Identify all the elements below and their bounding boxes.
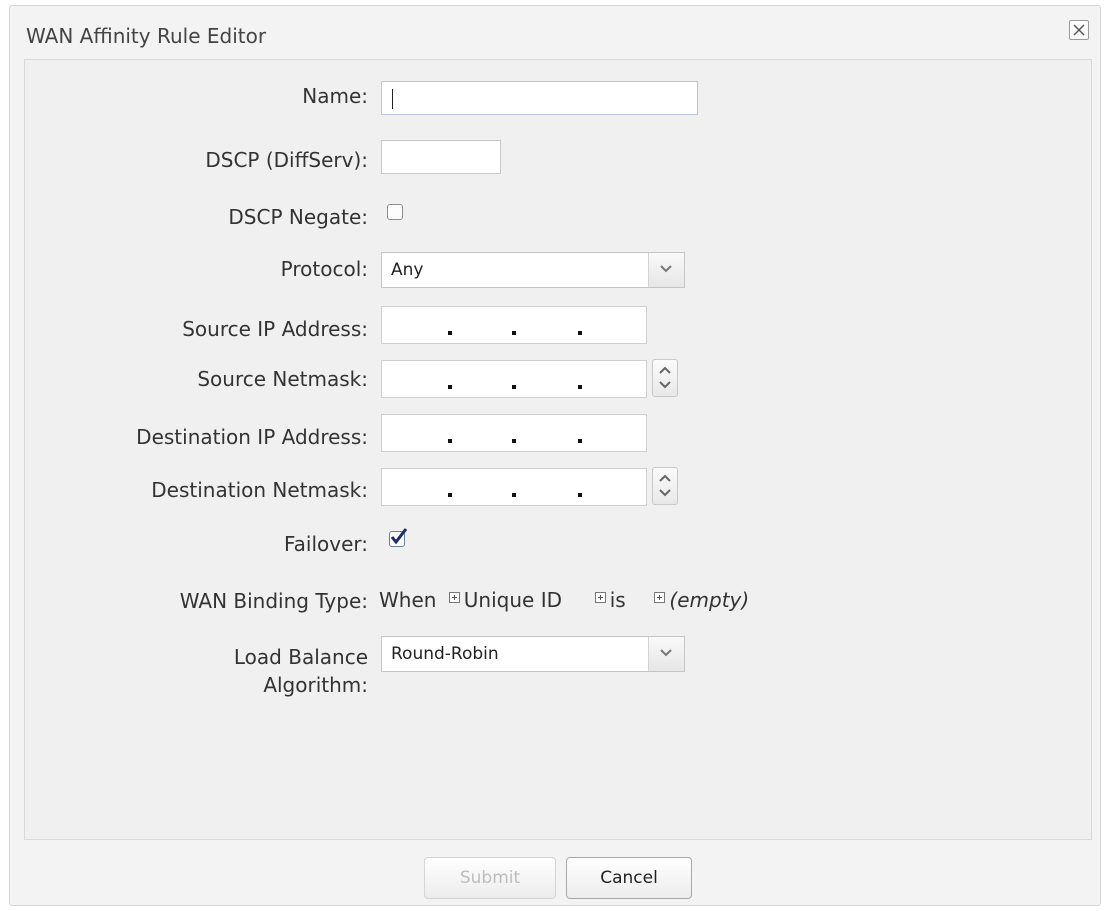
ip-dot [448, 385, 452, 389]
destination-netmask-input[interactable] [381, 468, 647, 506]
load-balance-select[interactable]: Round-Robin [381, 636, 685, 672]
ip-dot [578, 493, 582, 497]
destination-ip-label: Destination IP Address: [136, 425, 368, 449]
load-balance-label: Load Balance Algorithm: [234, 643, 368, 699]
wan-binding-row: When Unique ID is (empty) [379, 586, 749, 616]
load-balance-select-value: Round-Robin [391, 644, 499, 664]
ip-dot [512, 385, 516, 389]
load-balance-label-line1: Load Balance [233, 645, 368, 669]
ip-dot [448, 493, 452, 497]
binding-field-link[interactable]: Unique ID [464, 588, 562, 612]
expand-plus-icon[interactable] [594, 592, 606, 603]
chevron-down-icon [659, 489, 671, 497]
protocol-dropdown-arrow[interactable] [648, 253, 684, 287]
ip-dot [578, 439, 582, 443]
submit-button[interactable]: Submit [424, 857, 556, 899]
binding-value-link[interactable]: (empty) [669, 588, 749, 612]
source-netmask-spinner[interactable] [652, 359, 678, 397]
destination-netmask-label: Destination Netmask: [151, 478, 368, 502]
failover-checkbox[interactable] [389, 528, 408, 547]
ip-dot [512, 331, 516, 335]
name-label: Name: [302, 84, 368, 108]
close-icon [1073, 24, 1085, 36]
dscp-label: DSCP (DiffServ): [205, 148, 368, 172]
chevron-down-icon [660, 265, 672, 273]
ip-dot [512, 439, 516, 443]
source-ip-label: Source IP Address: [182, 317, 368, 341]
dscp-input[interactable] [381, 140, 501, 174]
checkmark-icon [390, 528, 408, 545]
ip-dot [512, 493, 516, 497]
protocol-select[interactable]: Any [381, 252, 685, 288]
close-button[interactable] [1069, 20, 1089, 40]
name-input[interactable] [381, 81, 698, 115]
destination-netmask-spinner[interactable] [652, 467, 678, 505]
dscp-negate-checkbox[interactable] [387, 204, 403, 220]
ip-dot [578, 331, 582, 335]
ip-dot [578, 385, 582, 389]
protocol-select-value: Any [391, 260, 424, 280]
load-balance-dropdown-arrow[interactable] [648, 637, 684, 671]
destination-ip-input[interactable] [381, 414, 647, 452]
binding-when-text: When [379, 587, 437, 612]
load-balance-label-line2: Algorithm: [263, 673, 368, 697]
labels-column: Name: DSCP (DiffServ): DSCP Negate: Prot… [0, 0, 368, 911]
failover-label: Failover: [283, 532, 368, 556]
chevron-down-icon [660, 649, 672, 657]
binding-operator-link[interactable]: is [610, 588, 626, 612]
text-caret [392, 89, 393, 109]
wan-binding-label: WAN Binding Type: [179, 589, 368, 613]
expand-plus-icon[interactable] [448, 592, 460, 603]
cancel-button[interactable]: Cancel [566, 857, 692, 899]
chevron-up-icon [659, 366, 671, 374]
source-netmask-input[interactable] [381, 360, 647, 398]
source-ip-input[interactable] [381, 306, 647, 344]
protocol-label: Protocol: [280, 257, 368, 281]
source-netmask-label: Source Netmask: [197, 367, 368, 391]
ip-dot [448, 439, 452, 443]
expand-plus-icon[interactable] [654, 592, 666, 603]
chevron-down-icon [659, 381, 671, 389]
dscp-negate-label: DSCP Negate: [228, 205, 368, 229]
chevron-up-icon [659, 474, 671, 482]
ip-dot [448, 331, 452, 335]
